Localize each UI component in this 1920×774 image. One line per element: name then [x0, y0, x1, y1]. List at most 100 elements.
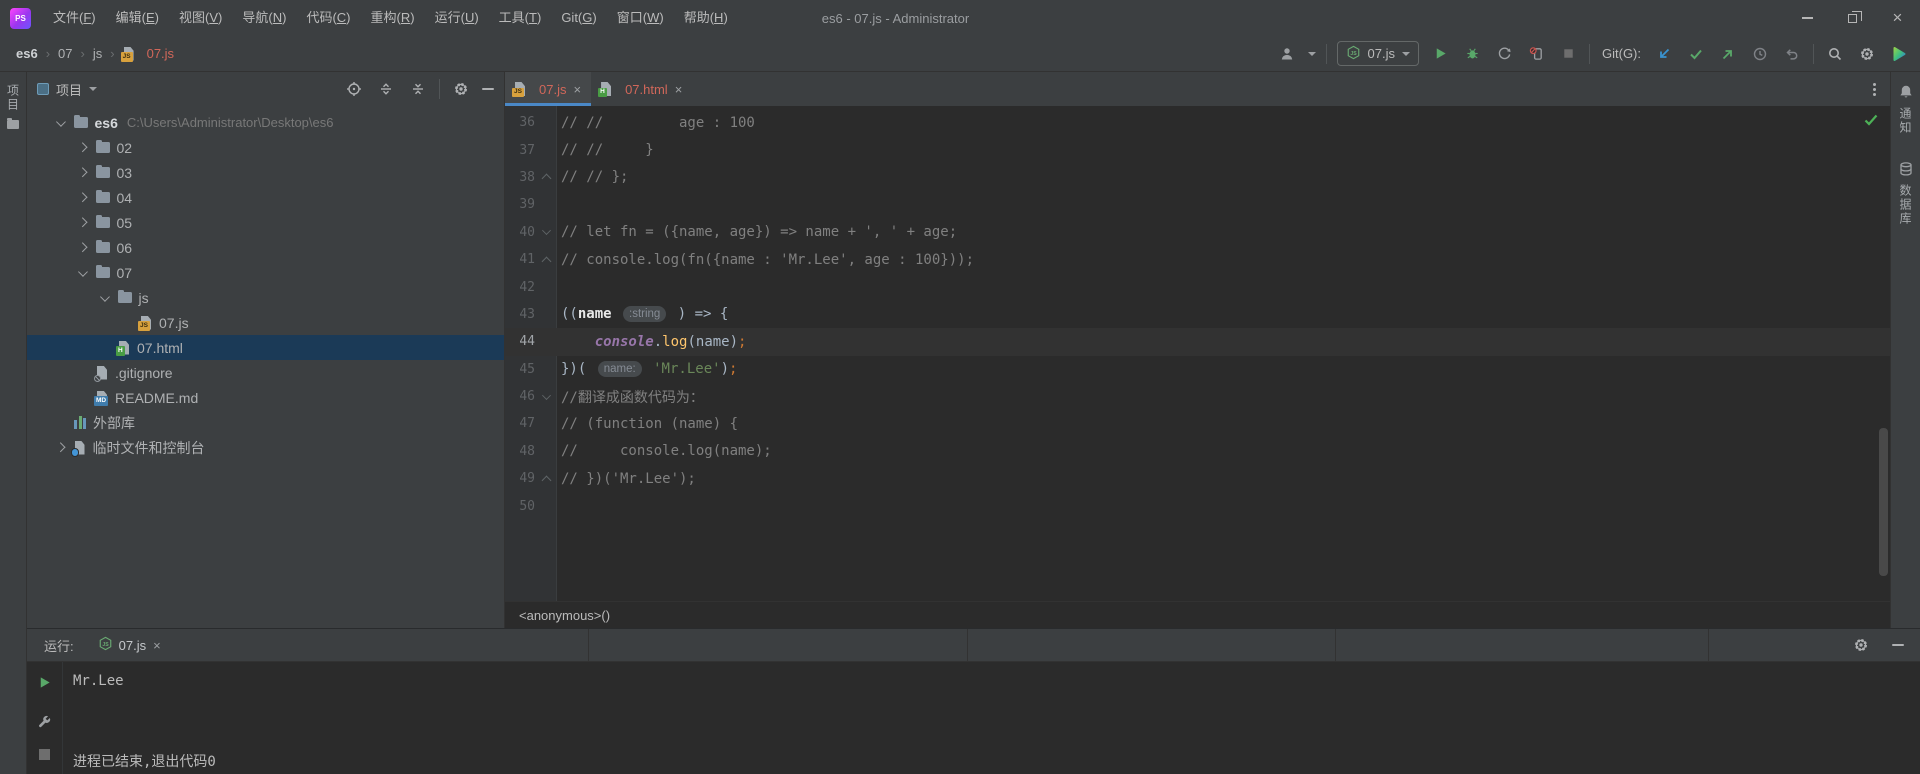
- profiler-button[interactable]: [1493, 43, 1515, 65]
- code-line-37[interactable]: 37// // }: [505, 136, 1890, 163]
- menu-item[interactable]: 运行(U): [425, 0, 489, 36]
- code-line-50[interactable]: 50: [505, 492, 1890, 519]
- editor-options-icon[interactable]: [1873, 87, 1876, 91]
- chevron-right-icon[interactable]: [77, 142, 87, 153]
- history-button[interactable]: [1749, 43, 1771, 65]
- fold-marker-icon[interactable]: [541, 475, 551, 486]
- tree-item-README.md[interactable]: MD README.md: [27, 385, 504, 410]
- tree-item-07[interactable]: 07: [27, 260, 504, 285]
- chevron-right-icon[interactable]: [77, 167, 87, 178]
- editor-scrollbar[interactable]: [1879, 428, 1888, 576]
- fold-marker-icon[interactable]: [541, 226, 551, 236]
- run-settings-button[interactable]: [1850, 634, 1872, 656]
- close-button[interactable]: ×: [1875, 0, 1920, 36]
- chevron-down-icon[interactable]: [100, 292, 110, 302]
- chevron-down-icon[interactable]: [56, 117, 66, 127]
- panel-settings-button[interactable]: [450, 78, 472, 100]
- tree-item-04[interactable]: 04: [27, 185, 504, 210]
- git-push-button[interactable]: [1717, 43, 1739, 65]
- run-tab[interactable]: JS 07.js ×: [98, 636, 161, 654]
- menu-item[interactable]: 代码(C): [296, 0, 360, 36]
- code-editor[interactable]: 36// // age : 100 37// // } 38// // }; 39 40…: [505, 106, 1890, 601]
- menu-item[interactable]: 帮助(H): [674, 0, 738, 36]
- code-line-44[interactable]: 44 console.log(name);: [505, 328, 1890, 356]
- fold-marker-icon[interactable]: [541, 256, 551, 267]
- maximize-button[interactable]: [1830, 0, 1875, 36]
- code-line-46[interactable]: 46//翻译成函数代码为：: [505, 383, 1890, 410]
- fold-marker-icon[interactable]: [541, 174, 551, 184]
- chevron-right-icon[interactable]: [77, 217, 87, 228]
- code-line-42[interactable]: 42: [505, 273, 1890, 300]
- tree-item-外部库[interactable]: 外部库: [27, 410, 504, 435]
- code-line-36[interactable]: 36// // age : 100: [505, 109, 1890, 136]
- build-settings-button[interactable]: [34, 710, 56, 732]
- tree-item-临时文件和控制台[interactable]: 临时文件和控制台: [27, 435, 504, 460]
- git-commit-button[interactable]: [1685, 43, 1707, 65]
- breadcrumb-item[interactable]: JS 07.js: [120, 46, 174, 62]
- tool-stripe-通知[interactable]: 通知: [1897, 84, 1914, 135]
- run-config-selector[interactable]: JS 07.js: [1336, 41, 1419, 66]
- code-line-41[interactable]: 41// console.log(fn({name : 'Mr.Lee', ag…: [505, 246, 1890, 273]
- code-line-49[interactable]: 49// })('Mr.Lee');: [505, 465, 1890, 492]
- tree-item-js[interactable]: js: [27, 285, 504, 310]
- code-line-48[interactable]: 48// console.log(name);: [505, 438, 1890, 465]
- editor-breadcrumb[interactable]: <anonymous>(): [505, 601, 1890, 628]
- tree-item-03[interactable]: 03: [27, 160, 504, 185]
- code-line-43[interactable]: 43 ((name :string ) => {: [505, 301, 1890, 328]
- code-line-45[interactable]: 45})( name: 'Mr.Lee');: [505, 356, 1890, 383]
- console-output[interactable]: Mr.Lee 进程已结束,退出代码0: [63, 662, 1920, 774]
- inspections-ok-icon[interactable]: [1863, 112, 1879, 131]
- debug-button[interactable]: [1461, 43, 1483, 65]
- menu-item[interactable]: Git(G): [551, 0, 606, 36]
- menu-item[interactable]: 工具(T): [489, 0, 552, 36]
- chevron-right-icon[interactable]: [77, 192, 87, 203]
- rerun-button[interactable]: [34, 671, 56, 693]
- menu-item[interactable]: 窗口(W): [607, 0, 674, 36]
- chevron-right-icon[interactable]: [77, 242, 87, 253]
- tree-item-07.html[interactable]: H 07.html: [27, 335, 504, 360]
- tree-item-05[interactable]: 05: [27, 210, 504, 235]
- stop-button[interactable]: [1557, 43, 1579, 65]
- tab-07.html[interactable]: H 07.html ×: [591, 72, 692, 106]
- search-everywhere-button[interactable]: [1824, 43, 1846, 65]
- minimize-button[interactable]: [1785, 0, 1830, 36]
- code-line-38[interactable]: 38// // };: [505, 164, 1890, 191]
- user-avatar-button[interactable]: [1276, 43, 1298, 65]
- project-stripe-button[interactable]: 项目: [5, 84, 22, 129]
- ide-features-button[interactable]: [1888, 43, 1910, 65]
- tool-stripe-数据库[interactable]: 数据库: [1897, 161, 1914, 226]
- code-line-40[interactable]: 40// let fn = ({name, age}) => name + ',…: [505, 219, 1890, 246]
- run-button[interactable]: [1429, 43, 1451, 65]
- tree-item-07.js[interactable]: JS 07.js: [27, 310, 504, 335]
- project-panel-title[interactable]: 项目: [56, 80, 82, 99]
- close-icon[interactable]: ×: [153, 638, 161, 653]
- chevron-down-icon[interactable]: [78, 267, 88, 277]
- code-line-47[interactable]: 47// (function (name) {: [505, 410, 1890, 437]
- menu-item[interactable]: 文件(F): [43, 0, 106, 36]
- menu-item[interactable]: 导航(N): [232, 0, 296, 36]
- tree-item-.gitignore[interactable]: .gitignore: [27, 360, 504, 385]
- attach-debugger-button[interactable]: [1525, 43, 1547, 65]
- close-icon[interactable]: ×: [573, 82, 581, 97]
- tree-item-02[interactable]: 02: [27, 135, 504, 160]
- hide-run-panel-button[interactable]: [1892, 644, 1904, 646]
- collapse-all-button[interactable]: [407, 78, 429, 100]
- close-icon[interactable]: ×: [675, 82, 683, 97]
- hide-panel-button[interactable]: [482, 88, 494, 90]
- menu-item[interactable]: 视图(V): [169, 0, 232, 36]
- git-update-button[interactable]: [1653, 43, 1675, 65]
- rollback-button[interactable]: [1781, 43, 1803, 65]
- breadcrumb-item[interactable]: es6: [16, 46, 38, 61]
- fold-marker-icon[interactable]: [541, 390, 551, 400]
- tree-item-es6[interactable]: es6 C:\Users\Administrator\Desktop\es6: [27, 110, 504, 135]
- breadcrumb-item[interactable]: 07: [58, 46, 72, 61]
- code-line-39[interactable]: 39: [505, 191, 1890, 218]
- tab-07.js[interactable]: JS 07.js ×: [505, 72, 592, 106]
- expand-all-button[interactable]: [375, 78, 397, 100]
- menu-item[interactable]: 重构(R): [361, 0, 425, 36]
- locate-file-button[interactable]: [343, 78, 365, 100]
- stop-disabled-icon[interactable]: [39, 749, 50, 760]
- tree-item-06[interactable]: 06: [27, 235, 504, 260]
- menu-item[interactable]: 编辑(E): [106, 0, 169, 36]
- settings-button[interactable]: [1856, 43, 1878, 65]
